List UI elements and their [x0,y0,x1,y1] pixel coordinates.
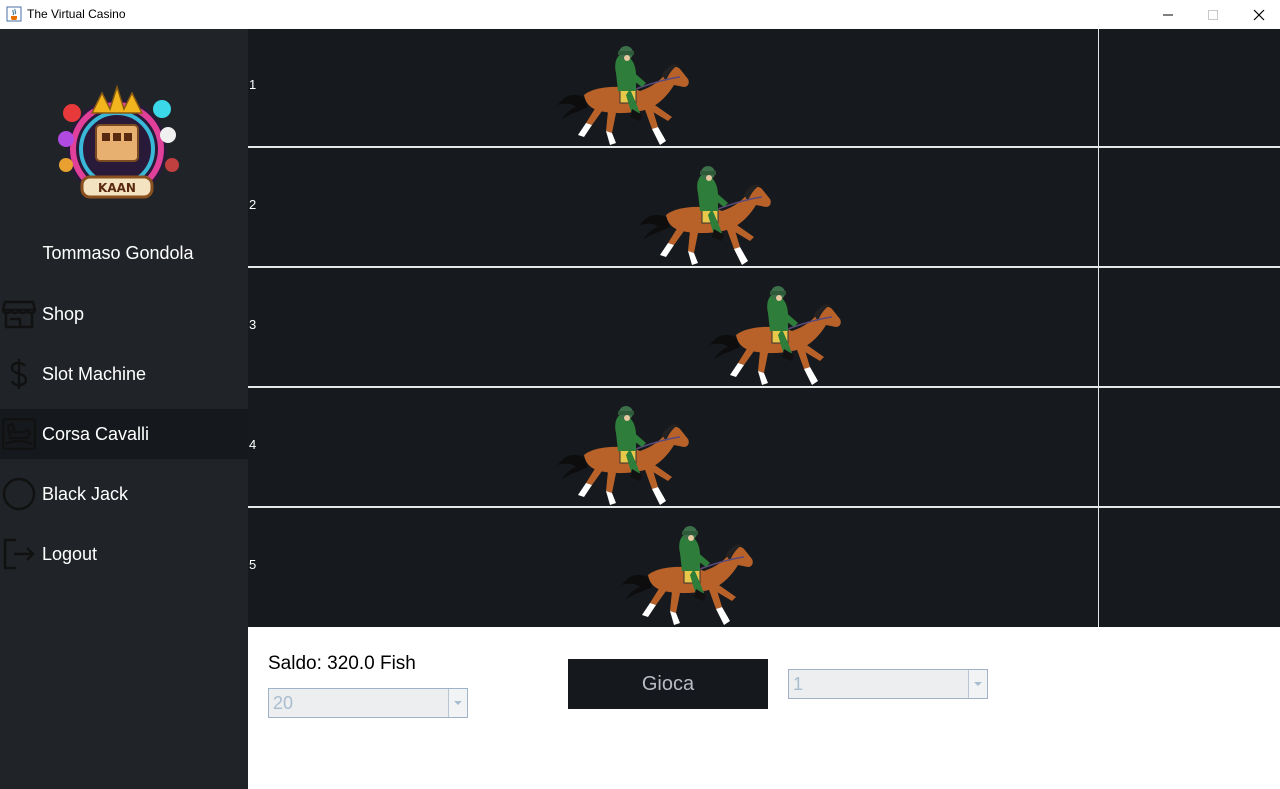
nav-item-logout[interactable]: Logout [0,529,248,579]
play-button[interactable]: Gioca [568,659,768,709]
horse-choice-select[interactable]: 1 [788,669,988,699]
nav-item-slot-machine[interactable]: Slot Machine [0,349,248,399]
chevron-down-icon[interactable] [968,670,987,698]
lane-number: 3 [249,317,257,332]
minimize-icon [1163,14,1173,15]
nav-item-shop[interactable]: Shop [0,289,248,339]
nav-item-corsa-cavalli[interactable]: Corsa Cavalli [0,409,248,459]
bet-controls: Saldo: 320.0 Fish 20 Gioca 1 [248,627,1280,789]
lane-number: 5 [249,557,257,572]
rocking-horse-icon [1,416,37,452]
bet-amount-select[interactable]: 20 [268,688,468,718]
logout-icon [1,536,37,572]
circle-icon [1,476,37,512]
nav-label-shop: Shop [42,303,85,324]
close-icon [1253,9,1265,20]
lane-number: 2 [249,197,257,212]
nav-label-logout: Logout [42,543,98,564]
horse-1 [556,45,692,149]
sidebar: KAAN Tommaso Gondola Shop Slot Machine C… [0,29,248,789]
lane-divider [248,386,1280,388]
java-app-icon [6,6,22,22]
maximize-icon [1208,9,1218,20]
store-icon [1,296,37,332]
minimize-button[interactable] [1145,0,1191,29]
svg-text:KAAN: KAAN [98,181,136,195]
nav-item-black-jack[interactable]: Black Jack [0,469,248,519]
nav-label-black-jack: Black Jack [42,483,129,504]
lane-divider [248,506,1280,508]
lane-number: 4 [249,437,257,452]
close-button[interactable] [1236,0,1280,29]
balance-label: Saldo: 320.0 Fish [268,653,416,674]
window-title: The Virtual Casino [27,7,126,21]
race-track: 1 2 3 4 5 [248,29,1280,627]
maximize-button[interactable] [1190,0,1236,29]
lane-2: 2 [248,149,1280,267]
lane-5: 5 [248,509,1280,627]
lane-number: 1 [249,77,257,92]
horse-2 [638,165,774,269]
finish-line [1098,29,1099,627]
lane-1: 1 [248,29,1280,147]
user-name: Tommaso Gondola [42,243,194,263]
dollar-icon [1,356,37,392]
lane-divider [248,146,1280,148]
casino-logo: KAAN [58,84,179,199]
lane-divider [248,266,1280,268]
nav-label-corsa-cavalli: Corsa Cavalli [42,423,150,444]
nav-label-slot-machine: Slot Machine [42,363,147,384]
lane-3: 3 [248,269,1280,387]
lane-4: 4 [248,389,1280,507]
horse-4 [556,405,692,509]
horse-3 [708,285,844,389]
chevron-down-icon[interactable] [448,689,467,717]
horse-5 [620,525,756,629]
title-bar: The Virtual Casino [0,0,1280,29]
horse-choice-value: 1 [793,674,804,694]
bet-amount-value: 20 [273,693,294,713]
